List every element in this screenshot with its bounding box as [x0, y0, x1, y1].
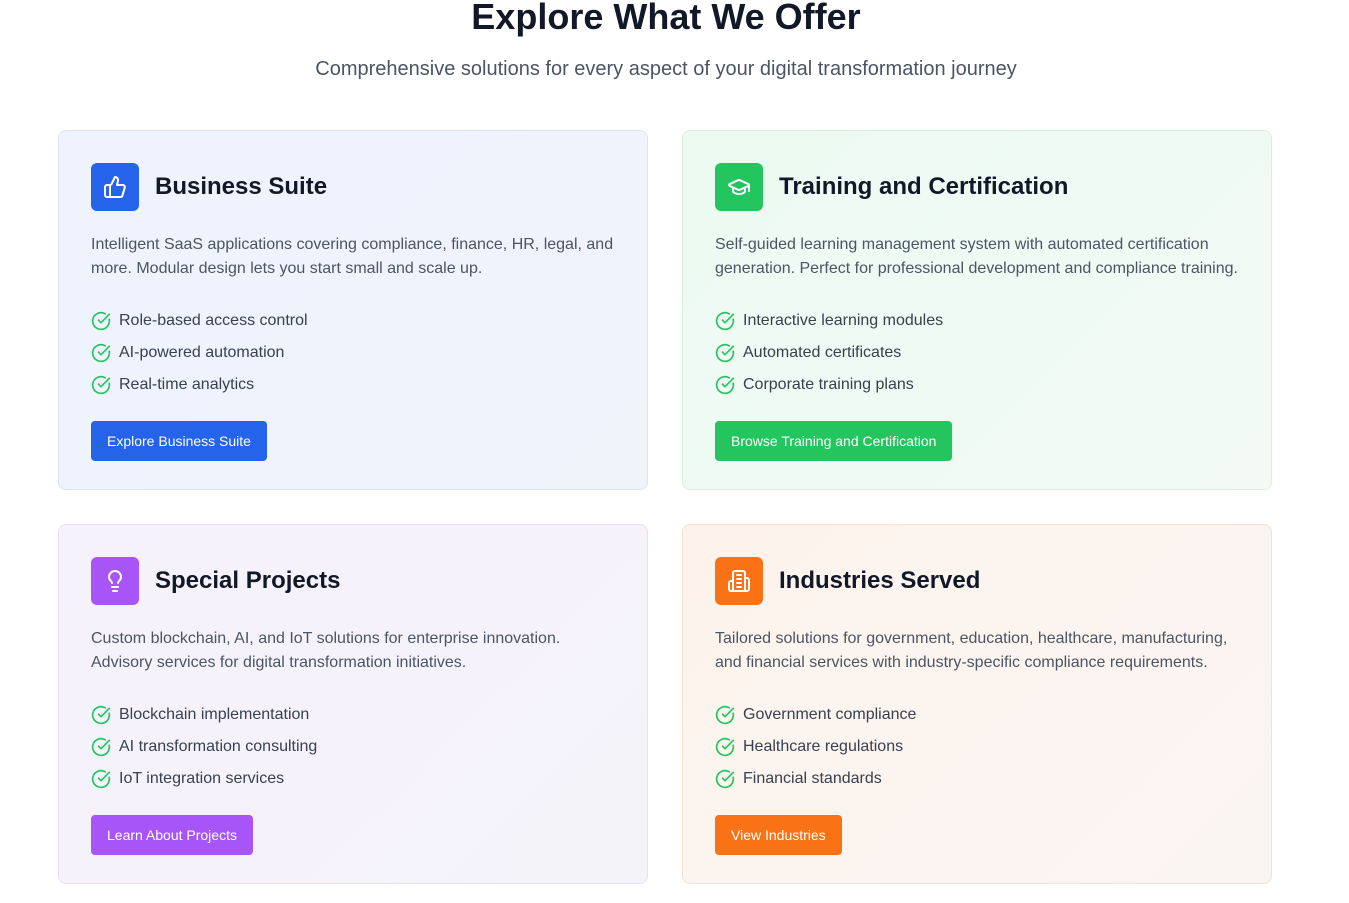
feature-item: Healthcare regulations — [715, 731, 1239, 763]
explore-business-suite-button[interactable]: Explore Business Suite — [91, 421, 267, 461]
check-circle-icon — [91, 343, 111, 363]
feature-item: Real-time analytics — [91, 369, 615, 401]
feature-label: Automated certificates — [743, 344, 902, 361]
feature-item: Role-based access control — [91, 305, 615, 337]
check-circle-icon — [715, 737, 735, 757]
feature-item: AI transformation consulting — [91, 731, 615, 763]
section-title: Explore What We Offer — [471, 0, 861, 37]
feature-label: Government compliance — [743, 706, 917, 723]
feature-item: IoT integration services — [91, 763, 615, 795]
feature-label: Financial standards — [743, 770, 882, 787]
feature-item: Automated certificates — [715, 337, 1239, 369]
thumbs-up-icon — [91, 163, 139, 211]
card-description: Custom blockchain, AI, and IoT solutions… — [91, 630, 561, 671]
section-subtitle: Comprehensive solutions for every aspect… — [315, 58, 1017, 80]
check-circle-icon — [91, 769, 111, 789]
graduation-cap-icon — [715, 163, 763, 211]
special-projects-card: Special Projects Custom blockchain, AI, … — [58, 524, 648, 884]
card-header: Special Projects — [91, 557, 615, 605]
feature-label: Blockchain implementation — [119, 706, 310, 723]
card-description: Intelligent SaaS applications covering c… — [91, 236, 614, 277]
card-title: Training and Certification — [779, 173, 1069, 200]
feature-list: Blockchain implementation AI transformat… — [91, 699, 615, 795]
feature-label: Real-time analytics — [119, 376, 255, 393]
check-circle-icon — [715, 343, 735, 363]
check-circle-icon — [91, 311, 111, 331]
card-description: Tailored solutions for government, educa… — [715, 630, 1228, 671]
check-circle-icon — [715, 705, 735, 725]
card-title: Special Projects — [155, 567, 341, 594]
check-circle-icon — [715, 375, 735, 395]
feature-item: Blockchain implementation — [91, 699, 615, 731]
feature-item: Corporate training plans — [715, 369, 1239, 401]
feature-item: Financial standards — [715, 763, 1239, 795]
feature-item: Government compliance — [715, 699, 1239, 731]
card-header: Training and Certification — [715, 163, 1239, 211]
feature-label: Healthcare regulations — [743, 738, 904, 755]
feature-item: Interactive learning modules — [715, 305, 1239, 337]
building-icon — [715, 557, 763, 605]
feature-label: Role-based access control — [119, 312, 308, 329]
card-header: Business Suite — [91, 163, 615, 211]
feature-label: Corporate training plans — [743, 376, 914, 393]
check-circle-icon — [91, 737, 111, 757]
feature-label: IoT integration services — [119, 770, 285, 787]
business-suite-card: Business Suite Intelligent SaaS applicat… — [58, 130, 648, 490]
feature-label: AI-powered automation — [119, 344, 285, 361]
feature-label: Interactive learning modules — [743, 312, 944, 329]
training-certification-card: Training and Certification Self-guided l… — [682, 130, 1272, 490]
feature-item: AI-powered automation — [91, 337, 615, 369]
learn-about-projects-button[interactable]: Learn About Projects — [91, 815, 253, 855]
view-industries-button[interactable]: View Industries — [715, 815, 842, 855]
feature-label: AI transformation consulting — [119, 738, 318, 755]
check-circle-icon — [715, 769, 735, 789]
feature-list: Interactive learning modules Automated c… — [715, 305, 1239, 401]
check-circle-icon — [715, 311, 735, 331]
check-circle-icon — [91, 375, 111, 395]
card-header: Industries Served — [715, 557, 1239, 605]
browse-training-button[interactable]: Browse Training and Certification — [715, 421, 953, 461]
feature-list: Role-based access control AI-powered aut… — [91, 305, 615, 401]
check-circle-icon — [91, 705, 111, 725]
lightbulb-icon — [91, 557, 139, 605]
industries-served-card: Industries Served Tailored solutions for… — [682, 524, 1272, 884]
card-title: Business Suite — [155, 173, 328, 200]
card-title: Industries Served — [779, 567, 981, 594]
feature-list: Government compliance Healthcare regulat… — [715, 699, 1239, 795]
card-description: Self-guided learning management system w… — [715, 236, 1238, 277]
